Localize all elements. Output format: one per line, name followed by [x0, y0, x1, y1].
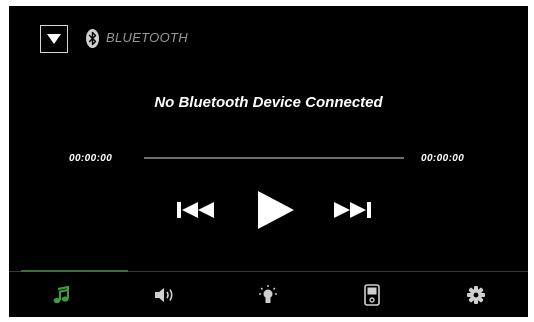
nav-item-device[interactable]: [320, 273, 424, 317]
bluetooth-audio-screen: BLUETOOTH No Bluetooth Device Connected …: [9, 6, 528, 317]
play-icon[interactable]: [258, 191, 294, 229]
bottom-nav: [9, 273, 528, 317]
source-label: BLUETOOTH: [106, 30, 188, 45]
gear-icon: [467, 286, 486, 304]
speaker-icon: [154, 288, 173, 302]
connection-status-text: No Bluetooth Device Connected: [154, 94, 383, 111]
light-bulb-icon: [259, 285, 278, 303]
total-time: 00:00:00: [421, 153, 465, 164]
next-track-icon[interactable]: [333, 202, 371, 218]
triangle-down-icon: [47, 34, 61, 44]
source-dropdown-button[interactable]: [40, 25, 68, 53]
nav-item-music[interactable]: [9, 273, 113, 317]
music-note-icon: [53, 286, 69, 304]
nav-item-lighting[interactable]: [217, 273, 321, 317]
previous-track-icon[interactable]: [177, 202, 215, 218]
bluetooth-icon: [86, 29, 99, 48]
elapsed-time: 00:00:00: [69, 153, 113, 164]
nav-item-audio[interactable]: [113, 273, 217, 317]
device-icon: [364, 284, 381, 306]
nav-active-indicator: [21, 270, 128, 272]
nav-item-settings[interactable]: [424, 273, 528, 317]
progress-bar[interactable]: [144, 157, 404, 159]
